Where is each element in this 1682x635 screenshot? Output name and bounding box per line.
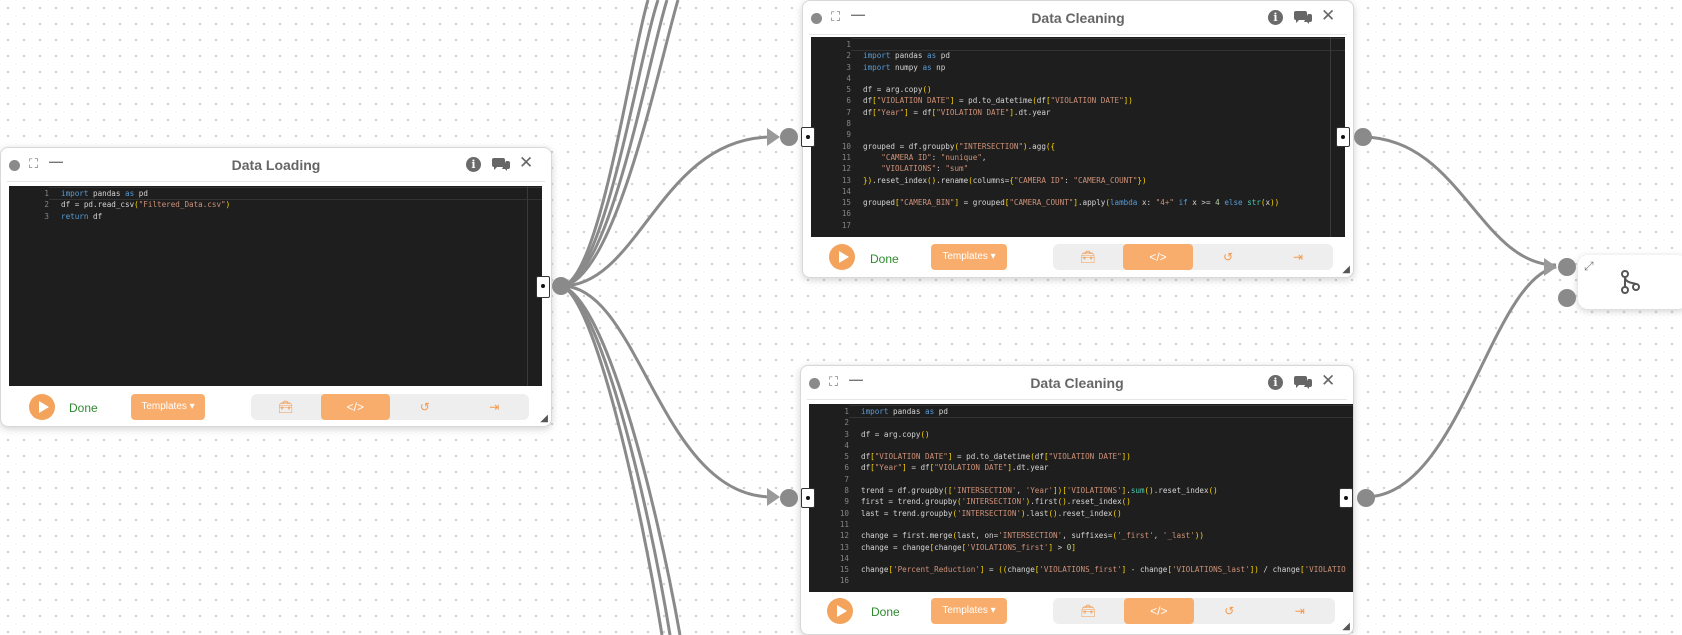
code-editor[interactable]: 1 2 3 import pandas as pd df = pd.read_c… [9,186,542,386]
wire-offscreen-2 [561,0,660,288]
line-numbers: 1 2 3 4 5 6 7 8 9 10 11 12 13 14 15 16 1… [841,40,851,230]
toolbox-icon[interactable]: 🧰︎ [251,394,321,420]
resize-handle-icon[interactable]: ◢ [1342,264,1350,275]
node-footer: Done Templates ▾ 🧰︎ </> ↺ ⇥ [803,241,1353,275]
input-port[interactable] [780,489,798,507]
export-icon[interactable]: ⇥ [1263,244,1333,270]
node-footer: Done Templates ▾ 🧰︎ </> ↺ ⇥ [801,595,1353,629]
info-icon[interactable]: i [466,157,481,172]
templates-button[interactable]: Templates ▾ [931,244,1007,270]
output-port-handle[interactable] [536,276,550,298]
code-editor[interactable]: 1 2 3 4 5 6 7 8 9 10 11 12 13 14 15 16 1… [811,37,1345,237]
header-divider [809,34,1347,35]
output-port[interactable] [552,277,570,295]
node-footer: Done Templates ▾ 🧰︎ </> ↺ ⇥ [1,390,551,424]
node-header[interactable]: ⛶ — Data Cleaning i ✕ [801,366,1353,400]
editor-margin [527,186,528,386]
line-numbers: 1 2 3 4 5 6 7 8 9 10 11 12 13 14 15 16 [839,407,849,586]
run-button[interactable] [827,598,853,624]
code-editor[interactable]: 1 2 3 4 5 6 7 8 9 10 11 12 13 14 15 16 i… [809,404,1353,592]
editor-margin [1330,37,1331,237]
input-arrow-icon [767,488,780,506]
output-port[interactable] [1354,128,1372,146]
wire-offscreen-5 [561,284,664,635]
status-label: Done [871,605,900,619]
node-toolbar: 🧰︎ </> ↺ ⇥ [1053,598,1335,624]
git-merge-icon [1621,270,1640,294]
undo-icon[interactable]: ↺ [1194,598,1265,624]
expand-arrows-icon[interactable]: ⤢ [1584,259,1594,274]
status-label: Done [870,252,899,266]
wire-bottom-to-merge [1364,265,1557,499]
export-icon[interactable]: ⇥ [460,394,530,420]
input-port-2[interactable] [1558,289,1576,307]
comments-icon[interactable] [491,156,511,172]
run-button[interactable] [29,394,55,420]
wire-top-to-merge [1361,135,1557,267]
node-data-cleaning-top[interactable]: ⛶ — Data Cleaning i ✕ 1 2 3 4 5 6 7 8 9 … [802,0,1354,278]
comments-icon[interactable] [1293,9,1313,25]
code-icon[interactable]: </> [1123,244,1193,270]
input-port-handle[interactable] [801,127,815,147]
node-data-cleaning-bottom[interactable]: ⛶ — Data Cleaning i ✕ 1 2 3 4 5 6 7 8 9 … [800,365,1354,635]
run-button[interactable] [829,244,855,270]
line-numbers: 1 2 3 [44,189,49,221]
node-data-loading[interactable]: ⛶ — Data Loading i ✕ 1 2 3 import pandas… [0,147,552,427]
header-divider [7,181,545,182]
templates-button[interactable]: Templates ▾ [131,394,205,420]
close-icon[interactable]: ✕ [1321,371,1335,391]
wire-offscreen-4 [561,0,680,288]
input-port-handle[interactable] [801,488,815,508]
node-header[interactable]: ⛶ — Data Loading i ✕ [1,148,551,182]
node-header[interactable]: ⛶ — Data Cleaning i ✕ [803,1,1353,35]
input-arrow-icon [1544,258,1557,276]
status-label: Done [69,401,98,415]
undo-icon[interactable]: ↺ [1193,244,1263,270]
code-icon[interactable]: </> [320,394,390,420]
output-port-handle[interactable] [1336,127,1350,147]
code-text[interactable]: import pandas as pd df = pd.read_csv("Fi… [61,188,230,222]
close-icon[interactable]: ✕ [519,153,533,173]
input-arrow-icon [767,128,780,146]
info-icon[interactable]: i [1268,10,1283,25]
wire-to-top [561,135,773,288]
input-port-1[interactable] [1558,258,1576,276]
header-divider [807,399,1347,400]
merge-node[interactable]: ⤢ [1578,255,1682,309]
input-port[interactable] [780,128,798,146]
info-icon[interactable]: i [1268,375,1283,390]
node-toolbar: 🧰︎ </> ↺ ⇥ [1053,244,1333,270]
wire-offscreen-1 [561,0,650,288]
output-port-handle[interactable] [1339,488,1353,508]
toolbox-icon[interactable]: 🧰︎ [1053,244,1123,270]
code-icon[interactable]: </> [1123,598,1194,624]
close-icon[interactable]: ✕ [1321,6,1335,26]
wire-offscreen-3 [561,0,669,288]
code-text[interactable]: import pandas as pd import numpy as np d… [863,39,1279,208]
toolbox-icon[interactable]: 🧰︎ [1053,598,1124,624]
export-icon[interactable]: ⇥ [1265,598,1336,624]
resize-handle-icon[interactable]: ◢ [1342,621,1350,632]
node-toolbar: 🧰︎ </> ↺ ⇥ [251,394,529,420]
templates-button[interactable]: Templates ▾ [931,598,1007,624]
wire-to-bottom [561,284,773,499]
undo-icon[interactable]: ↺ [390,394,460,420]
comments-icon[interactable] [1293,374,1313,390]
code-text[interactable]: import pandas as pd df = arg.copy() df["… [861,406,1346,575]
resize-handle-icon[interactable]: ◢ [540,413,548,424]
output-port[interactable] [1357,489,1375,507]
